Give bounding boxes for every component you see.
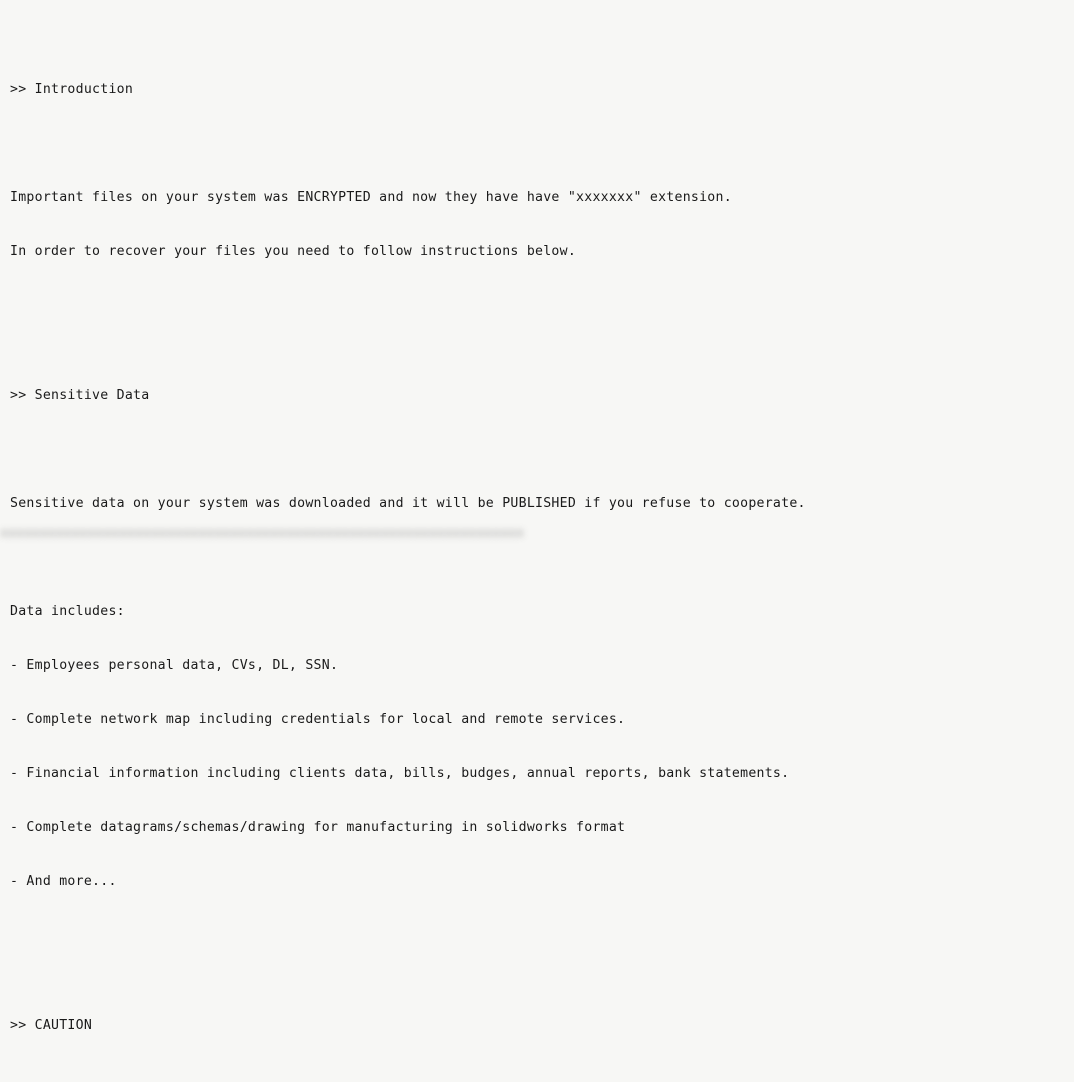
- section-heading-introduction: >> Introduction: [10, 82, 134, 97]
- data-item-financial: - Financial information including client…: [10, 766, 790, 781]
- ransom-note-body: >> Introduction Important files on your …: [0, 0, 1074, 1082]
- sensitive-data-statement: Sensitive data on your system was downlo…: [10, 496, 806, 511]
- intro-line-2: In order to recover your files you need …: [10, 244, 577, 259]
- data-item-datagrams: - Complete datagrams/schemas/drawing for…: [10, 820, 626, 835]
- data-includes-label: Data includes:: [10, 604, 125, 619]
- data-item-employees: - Employees personal data, CVs, DL, SSN.: [10, 658, 339, 673]
- data-item-more: - And more...: [10, 874, 117, 889]
- redacted-onion-url-line-2: xxxxxxxxxxxxxxxxxxxxxxxxxxxxxxxxxxxxxxxx…: [0, 526, 525, 541]
- section-heading-sensitive-data: >> Sensitive Data: [10, 388, 150, 403]
- section-heading-caution: >> CAUTION: [10, 1018, 93, 1033]
- data-item-network-map: - Complete network map including credent…: [10, 712, 626, 727]
- intro-line-1: Important files on your system was ENCRY…: [10, 190, 732, 205]
